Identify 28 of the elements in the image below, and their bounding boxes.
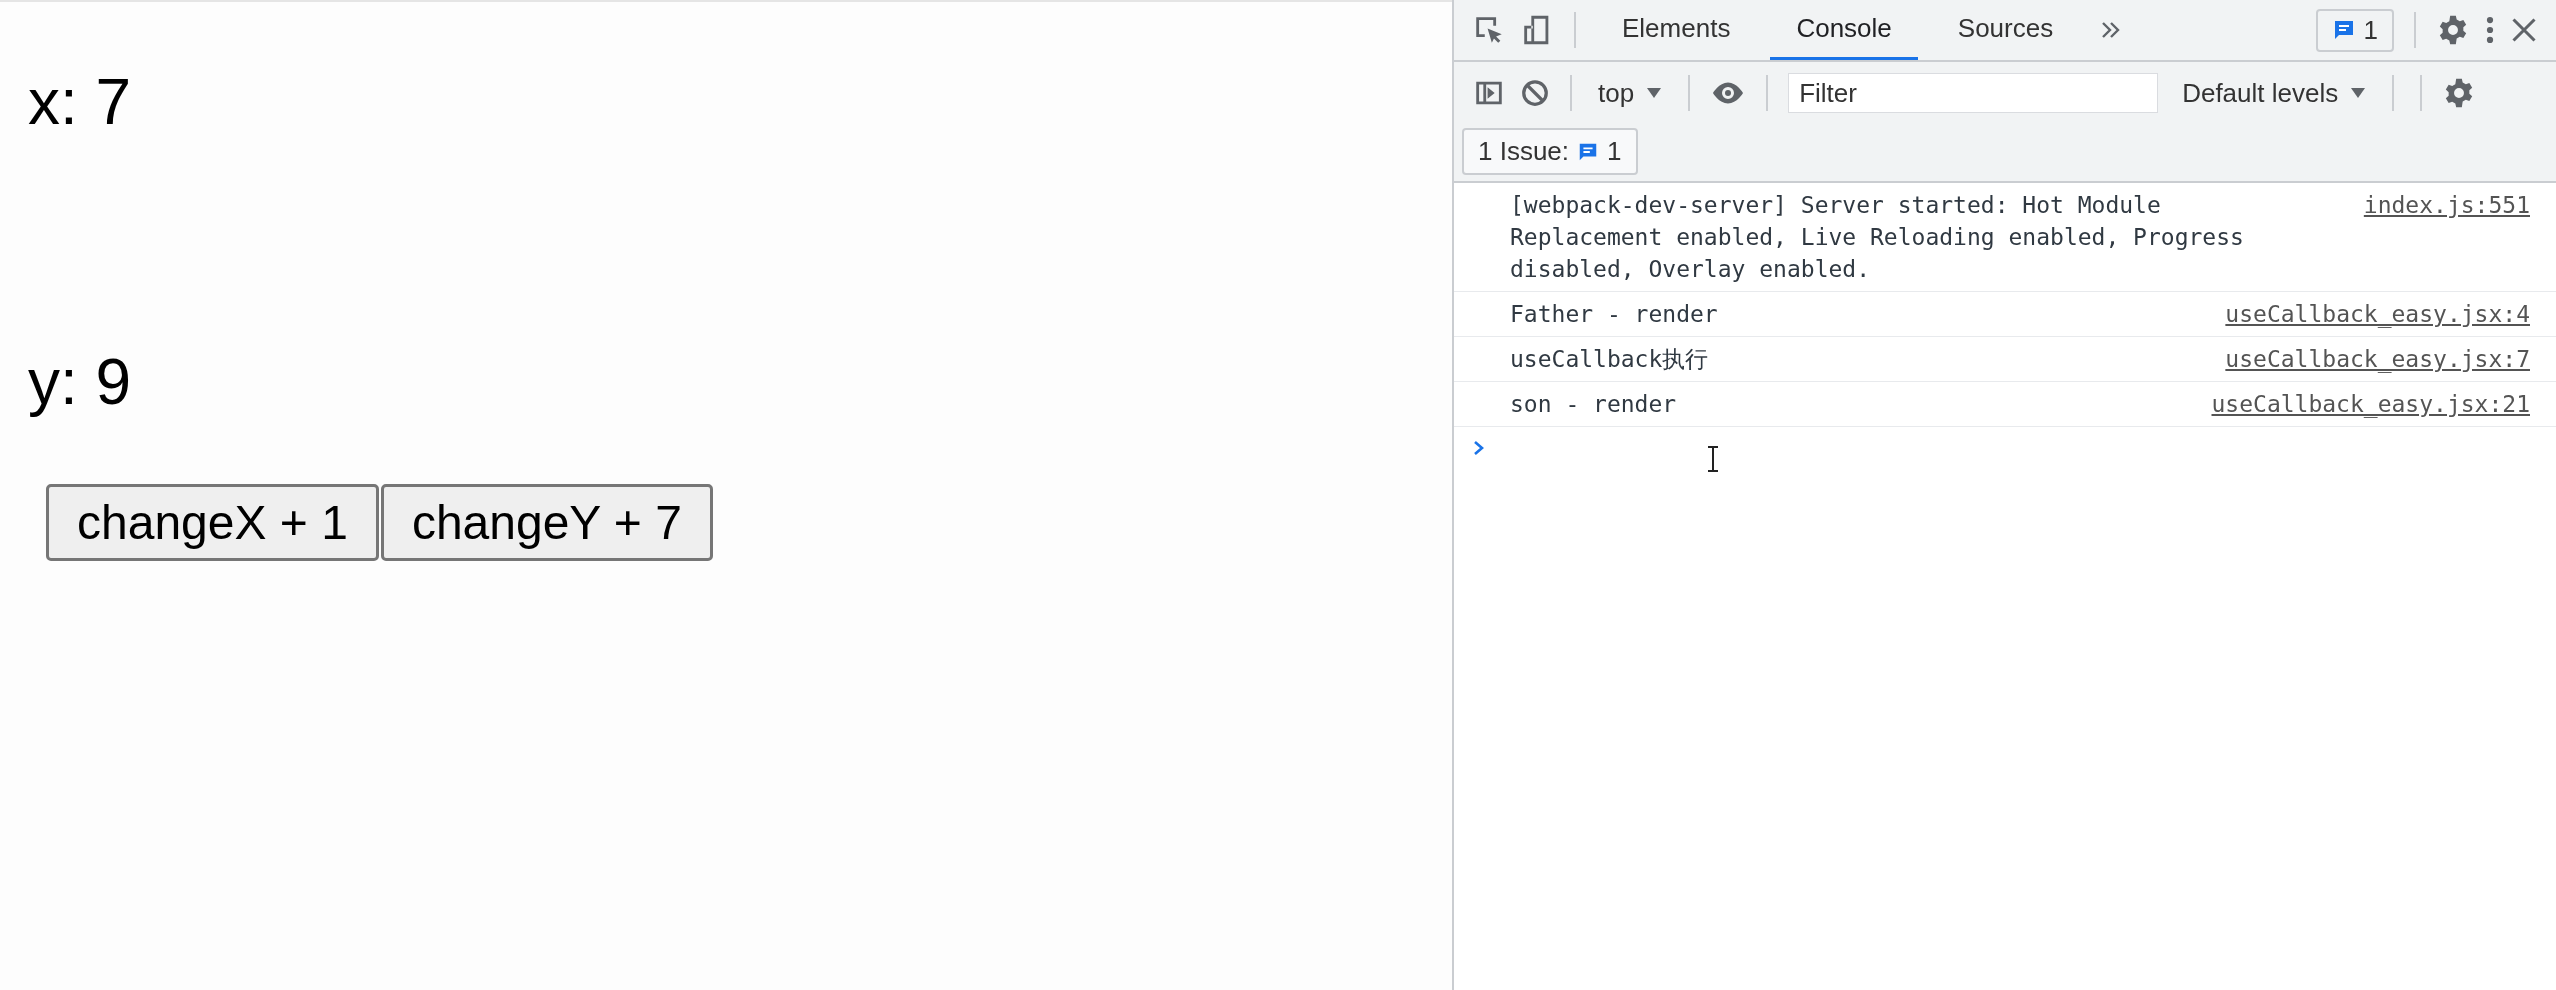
- issues-button[interactable]: 1 Issue: 1: [1462, 128, 1638, 175]
- caret-icon: [1646, 87, 1663, 99]
- console-message: useCallback执行: [1510, 345, 1710, 374]
- issues-count: 1: [1607, 136, 1622, 167]
- close-icon[interactable]: [2510, 16, 2538, 44]
- console-message: Father - render: [1510, 300, 1719, 329]
- value-text: x: 7: [28, 65, 133, 140]
- levels-dropdown[interactable]: Default levels: [2176, 77, 2373, 109]
- value-text: y: 9: [28, 345, 133, 420]
- text-cursor-icon: [1706, 445, 1720, 473]
- source-link[interactable]: useCallback_easy.jsx:7: [2225, 343, 2530, 375]
- issues-label: 1 Issue:: [1478, 136, 1570, 167]
- console-message: [webpack-dev-server] Server started: Hot Module Replacement enabled, Live Reloading enabled, Progress disabled, Overlay enabled.: [1510, 191, 2245, 284]
- caret-icon: [2350, 87, 2367, 99]
- source-link[interactable]: useCallback_easy.jsx:4: [2225, 298, 2530, 330]
- source-link[interactable]: useCallback_easy.jsx:21: [2211, 388, 2530, 420]
- console-message: son - render: [1510, 390, 1678, 419]
- prompt-icon: [1472, 439, 1486, 457]
- panel-tab[interactable]: Sources: [1931, 0, 2080, 60]
- context-dropdown[interactable]: top: [1592, 77, 1669, 109]
- source-link[interactable]: index.js:551: [2363, 189, 2530, 221]
- clear-icon[interactable]: [1520, 78, 1550, 108]
- increment-button[interactable]: changeY + 7: [380, 484, 713, 561]
- filter-field[interactable]: Filter: [1788, 73, 2159, 113]
- increment-button[interactable]: changeX + 1: [46, 484, 379, 561]
- issues-badge[interactable]: 1: [2315, 8, 2394, 52]
- issues-count: 1: [2363, 14, 2378, 46]
- panel-tab[interactable]: Elements: [1596, 0, 1757, 60]
